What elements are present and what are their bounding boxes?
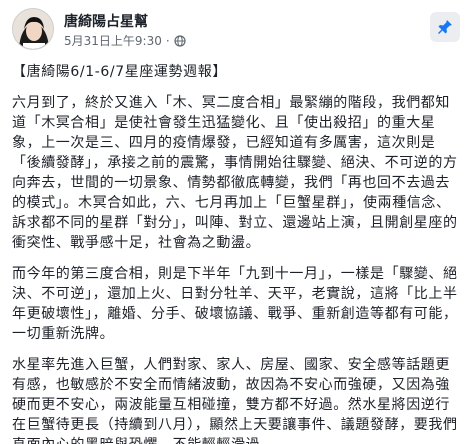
post-header: 唐綺陽占星幫 5月31日上午9:30 · <box>12 8 464 52</box>
post-meta: 5月31日上午9:30 · <box>64 32 186 49</box>
globe-icon <box>174 34 186 47</box>
post-body: 【唐綺陽6/1-6/7星座運勢週報】 六月到了，終於又進入「木、冥二度合相」最緊… <box>12 62 464 444</box>
post-date[interactable]: 5月31日上午9:30 <box>64 32 162 49</box>
post-paragraph-1: 六月到了，終於又進入「木、冥二度合相」最緊繃的階段，我們都知道「木冥合相」是使社… <box>12 95 458 251</box>
separator-dot: · <box>165 33 170 48</box>
post-title: 【唐綺陽6/1-6/7星座運勢週報】 <box>12 64 227 80</box>
pin-button[interactable] <box>430 12 460 42</box>
author-avatar[interactable] <box>12 8 54 50</box>
avatar-photo <box>13 9 53 49</box>
pin-icon <box>438 20 452 34</box>
post-paragraph-3: 水星率先進入巨蟹，人們對家、家人、房屋、國家、安全感等話題更有感，也敏感於不安全… <box>12 357 458 444</box>
author-name[interactable]: 唐綺陽占星幫 <box>64 11 148 31</box>
post-paragraph-2: 而今年的第三度合相，則是下半年「九到十一月」，一樣是「驟變、絕決、不可逆」，還加… <box>12 266 458 342</box>
